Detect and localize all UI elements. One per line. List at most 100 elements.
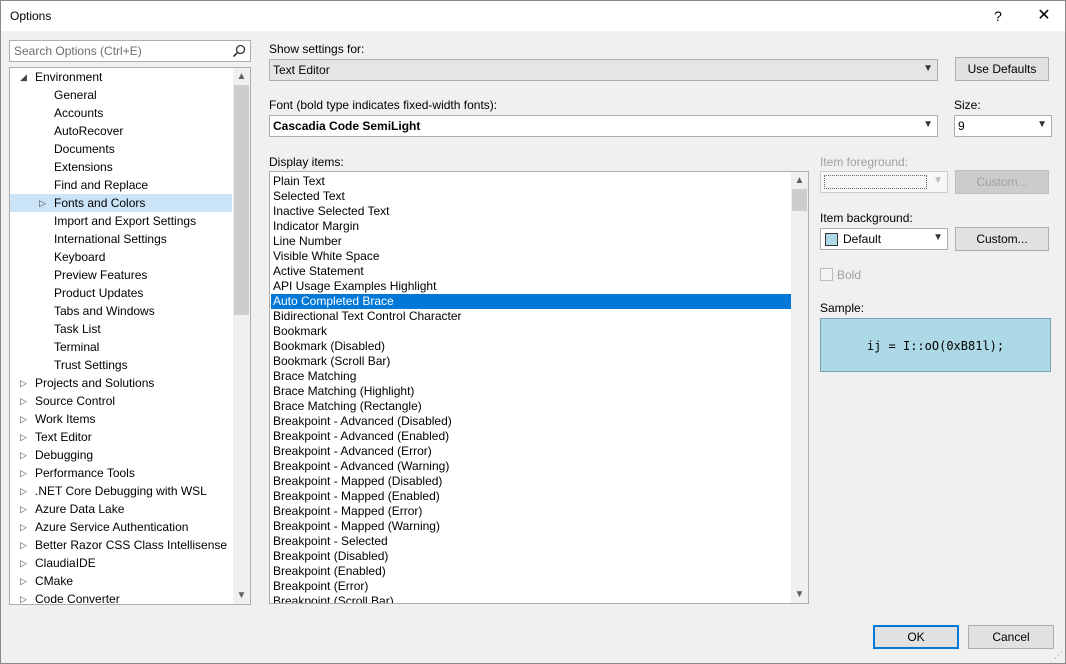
display-item[interactable]: Bidirectional Text Control Character: [271, 309, 791, 324]
collapsed-arrow-icon[interactable]: ▷: [20, 572, 30, 590]
tree-item[interactable]: ▷ Debugging: [10, 446, 232, 464]
collapsed-arrow-icon[interactable]: ▷: [20, 554, 30, 572]
display-item[interactable]: Breakpoint - Mapped (Enabled): [271, 489, 791, 504]
tree-item[interactable]: ▷ .NET Core Debugging with WSL: [10, 482, 232, 500]
display-item[interactable]: Breakpoint - Mapped (Error): [271, 504, 791, 519]
tree-item[interactable]: Keyboard: [10, 248, 232, 266]
tree-scroll-thumb[interactable]: [234, 85, 249, 315]
display-item[interactable]: API Usage Examples Highlight: [271, 279, 791, 294]
display-item[interactable]: Breakpoint - Selected: [271, 534, 791, 549]
tree-scrollbar[interactable]: ▲ ▼: [233, 68, 250, 604]
collapsed-arrow-icon[interactable]: ▷: [20, 518, 30, 536]
tree-item[interactable]: AutoRecover: [10, 122, 232, 140]
tree-item[interactable]: Extensions: [10, 158, 232, 176]
collapsed-arrow-icon[interactable]: ▷: [20, 374, 30, 392]
tree-item[interactable]: Documents: [10, 140, 232, 158]
tree-item[interactable]: Tabs and Windows: [10, 302, 232, 320]
display-item[interactable]: Breakpoint - Advanced (Warning): [271, 459, 791, 474]
tree-item[interactable]: ▷ Azure Data Lake: [10, 500, 232, 518]
cancel-button[interactable]: Cancel: [968, 625, 1054, 649]
tree-item[interactable]: Preview Features: [10, 266, 232, 284]
tree-item[interactable]: ▷ Code Converter: [10, 590, 232, 604]
tree-item[interactable]: Find and Replace: [10, 176, 232, 194]
display-items-list[interactable]: Plain Text Selected Text Inactive Selected…: [269, 171, 809, 604]
display-item[interactable]: Plain Text: [271, 174, 791, 189]
display-item[interactable]: Breakpoint - Advanced (Disabled): [271, 414, 791, 429]
scroll-up-arrow-icon[interactable]: ▲: [233, 68, 250, 85]
display-item[interactable]: Selected Text: [271, 189, 791, 204]
tree-item[interactable]: Product Updates: [10, 284, 232, 302]
collapsed-arrow-icon[interactable]: ▷: [20, 464, 30, 482]
search-options-input[interactable]: Search Options (Ctrl+E): [9, 40, 251, 62]
tree-item[interactable]: ▷ Text Editor: [10, 428, 232, 446]
item-foreground-custom-button[interactable]: Custom...: [955, 170, 1049, 194]
tree-item[interactable]: ◢ Environment: [10, 68, 232, 86]
collapsed-arrow-icon[interactable]: ▷: [20, 392, 30, 410]
scroll-up-arrow-icon[interactable]: ▲: [791, 172, 808, 189]
tree-item[interactable]: ▷ Performance Tools: [10, 464, 232, 482]
tree-item[interactable]: Accounts: [10, 104, 232, 122]
close-button[interactable]: ✕: [1021, 1, 1066, 31]
show-settings-combo[interactable]: Text Editor ▼: [269, 59, 938, 81]
collapsed-arrow-icon[interactable]: ▷: [20, 428, 30, 446]
display-item[interactable]: Breakpoint (Enabled): [271, 564, 791, 579]
tree-item[interactable]: ▷ Source Control: [10, 392, 232, 410]
display-item[interactable]: Indicator Margin: [271, 219, 791, 234]
tree-item[interactable]: ▷ Azure Service Authentication: [10, 518, 232, 536]
display-item[interactable]: Auto Completed Brace: [271, 294, 791, 309]
display-items-scroll-thumb[interactable]: [792, 189, 807, 211]
display-item[interactable]: Breakpoint (Disabled): [271, 549, 791, 564]
display-item[interactable]: Breakpoint (Scroll Bar): [271, 594, 791, 603]
bold-checkbox[interactable]: [820, 268, 833, 281]
collapsed-arrow-icon[interactable]: ▷: [20, 446, 30, 464]
display-item[interactable]: Breakpoint - Advanced (Error): [271, 444, 791, 459]
tree-item[interactable]: Task List: [10, 320, 232, 338]
tree-item[interactable]: ▷ ClaudiaIDE: [10, 554, 232, 572]
tree-item[interactable]: International Settings: [10, 230, 232, 248]
font-combo[interactable]: Cascadia Code SemiLight ▼: [269, 115, 938, 137]
display-item[interactable]: Brace Matching (Rectangle): [271, 399, 791, 414]
collapsed-arrow-icon[interactable]: ▷: [20, 410, 30, 428]
scroll-down-arrow-icon[interactable]: ▼: [233, 587, 250, 604]
collapsed-arrow-icon[interactable]: ▷: [20, 536, 30, 554]
options-tree[interactable]: ◢ Environment General Accounts AutoRecover Do…: [9, 67, 251, 605]
display-item[interactable]: Bookmark: [271, 324, 791, 339]
display-item[interactable]: Bookmark (Scroll Bar): [271, 354, 791, 369]
display-item[interactable]: Bookmark (Disabled): [271, 339, 791, 354]
display-items-scrollbar[interactable]: ▲ ▼: [791, 172, 808, 603]
display-item[interactable]: Line Number: [271, 234, 791, 249]
display-item[interactable]: Breakpoint - Mapped (Disabled): [271, 474, 791, 489]
tree-item[interactable]: ▷ Better Razor CSS Class Intellisense: [10, 536, 232, 554]
size-combo[interactable]: 9 ▼: [954, 115, 1052, 137]
display-item[interactable]: Brace Matching (Highlight): [271, 384, 791, 399]
tree-item[interactable]: Import and Export Settings: [10, 212, 232, 230]
help-button[interactable]: ?: [975, 1, 1021, 31]
display-item[interactable]: Active Statement: [271, 264, 791, 279]
display-item[interactable]: Breakpoint - Mapped (Warning): [271, 519, 791, 534]
item-background-custom-button[interactable]: Custom...: [955, 227, 1049, 251]
item-background-combo[interactable]: Default ▼: [820, 228, 948, 250]
tree-item[interactable]: ▷ CMake: [10, 572, 232, 590]
item-foreground-combo[interactable]: ▼: [820, 171, 948, 193]
tree-item[interactable]: Terminal: [10, 338, 232, 356]
expanded-arrow-icon[interactable]: ◢: [20, 68, 30, 86]
collapsed-arrow-icon[interactable]: ▷: [20, 590, 30, 604]
ok-button[interactable]: OK: [873, 625, 959, 649]
tree-item[interactable]: Trust Settings: [10, 356, 232, 374]
tree-item[interactable]: ▷ Projects and Solutions: [10, 374, 232, 392]
collapsed-arrow-icon[interactable]: ▷: [20, 482, 30, 500]
display-item[interactable]: Visible White Space: [271, 249, 791, 264]
resize-grip-icon[interactable]: ⋰: [1054, 650, 1063, 661]
collapsed-arrow-icon[interactable]: ▷: [39, 194, 49, 212]
search-icon[interactable]: [231, 43, 247, 59]
tree-item[interactable]: ▷ Fonts and Colors: [10, 194, 232, 212]
display-item[interactable]: Inactive Selected Text: [271, 204, 791, 219]
display-item[interactable]: Breakpoint - Advanced (Enabled): [271, 429, 791, 444]
use-defaults-button[interactable]: Use Defaults: [955, 57, 1049, 81]
tree-item[interactable]: ▷ Work Items: [10, 410, 232, 428]
scroll-down-arrow-icon[interactable]: ▼: [791, 586, 808, 603]
display-item[interactable]: Brace Matching: [271, 369, 791, 384]
display-item[interactable]: Breakpoint (Error): [271, 579, 791, 594]
tree-item[interactable]: General: [10, 86, 232, 104]
collapsed-arrow-icon[interactable]: ▷: [20, 500, 30, 518]
